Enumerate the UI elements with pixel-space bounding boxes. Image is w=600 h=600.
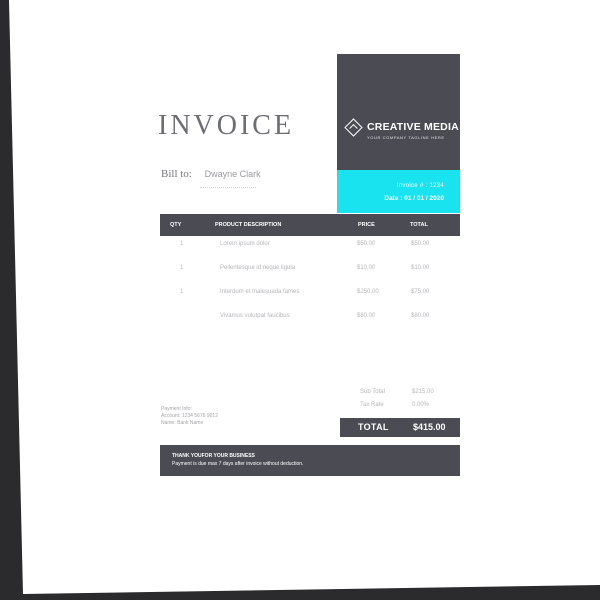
table-row: 1 Pellentesque id neque ligula $10.00 $1…: [160, 260, 460, 284]
payment-line: Payment Info:: [161, 406, 192, 412]
brand-block: CREATIVE MEDIA YOUR COMPANY TAGLINE HERE: [337, 54, 460, 170]
row-total: $10.00: [411, 265, 430, 271]
bill-to-underline: [200, 183, 256, 188]
subtotal-line: Sub Total $215.00: [360, 389, 434, 395]
row-total: $80.00: [411, 313, 430, 319]
company-tagline: YOUR COMPANY TAGLINE HERE: [367, 135, 445, 140]
header-qty: QTY: [170, 222, 182, 228]
diamond-logo-icon: [344, 118, 363, 137]
total-value: $415.00: [413, 422, 446, 432]
row-qty: 1: [180, 265, 184, 271]
payment-terms-text: Payment is due max 7 days after invoice …: [172, 461, 304, 467]
payment-line: Account: 1234 5678 9012: [161, 413, 218, 419]
row-price: $80.00: [357, 313, 376, 319]
row-description: Lorem ipsum dolor: [220, 241, 270, 247]
company-name: CREATIVE MEDIA: [367, 121, 459, 133]
row-qty: 1: [180, 241, 184, 247]
header-price: PRICE: [358, 222, 375, 228]
header-description: PRODUCT DESCRIPTION: [215, 222, 282, 228]
footer-bar: THANK YOUFOR YOUR BUSINESS Payment is du…: [160, 445, 460, 476]
invoice-date: Date : 01 / 01 / 2020: [384, 195, 444, 202]
row-description: Interdum et malesuada fames: [220, 289, 300, 295]
tax-value: 0.00%: [412, 402, 430, 408]
table-row: 1 Interdum et malesuada fames $250.00 $7…: [160, 284, 460, 308]
row-price: $50.00: [357, 241, 376, 247]
total-label: TOTAL: [358, 422, 389, 432]
subtotal-value: $215.00: [412, 389, 434, 395]
row-qty: 1: [180, 289, 184, 295]
total-box: TOTAL $415.00: [340, 418, 460, 437]
payment-line: Name: Bank Name: [161, 420, 204, 426]
invoice-number: Invoice # : 1234: [396, 183, 444, 189]
row-total: $75.00: [411, 289, 430, 295]
table-body: 1 Lorem ipsum dolor $50.00 $50.00 1 Pell…: [160, 236, 460, 332]
invoice-title: INVOICE: [158, 110, 295, 141]
thank-you-text: THANK YOUFOR YOUR BUSINESS: [172, 453, 255, 459]
bill-to-name: Dwayne Clark: [204, 169, 261, 179]
row-description: Vivamus volutpat faucibus: [220, 313, 290, 319]
subtotal-label: Sub Total: [360, 389, 385, 395]
row-description: Pellentesque id neque ligula: [220, 265, 296, 271]
tax-label: Tax Rate: [360, 402, 384, 408]
table-row: Vivamus volutpat faucibus $80.00 $80.00: [160, 308, 460, 332]
bill-to-label: Bill to:: [161, 168, 192, 180]
table-row: 1 Lorem ipsum dolor $50.00 $50.00: [160, 236, 460, 260]
row-price: $10.00: [357, 265, 376, 271]
invoice-meta-block: Invoice # : 1234 Date : 01 / 01 / 2020: [337, 170, 460, 213]
tax-line: Tax Rate 0.00%: [360, 402, 429, 408]
invoice-page: INVOICE Bill to: Dwayne Clark CREATIVE M…: [9, 0, 600, 594]
table-header: QTY PRODUCT DESCRIPTION PRICE TOTAL: [160, 214, 460, 236]
bill-to: Bill to: Dwayne Clark: [161, 168, 261, 180]
payment-info: Payment Info: Account: 1234 5678 9012 Na…: [161, 406, 218, 427]
row-price: $250.00: [357, 289, 379, 295]
row-total: $50.00: [411, 241, 430, 247]
header-total: TOTAL: [410, 222, 428, 228]
